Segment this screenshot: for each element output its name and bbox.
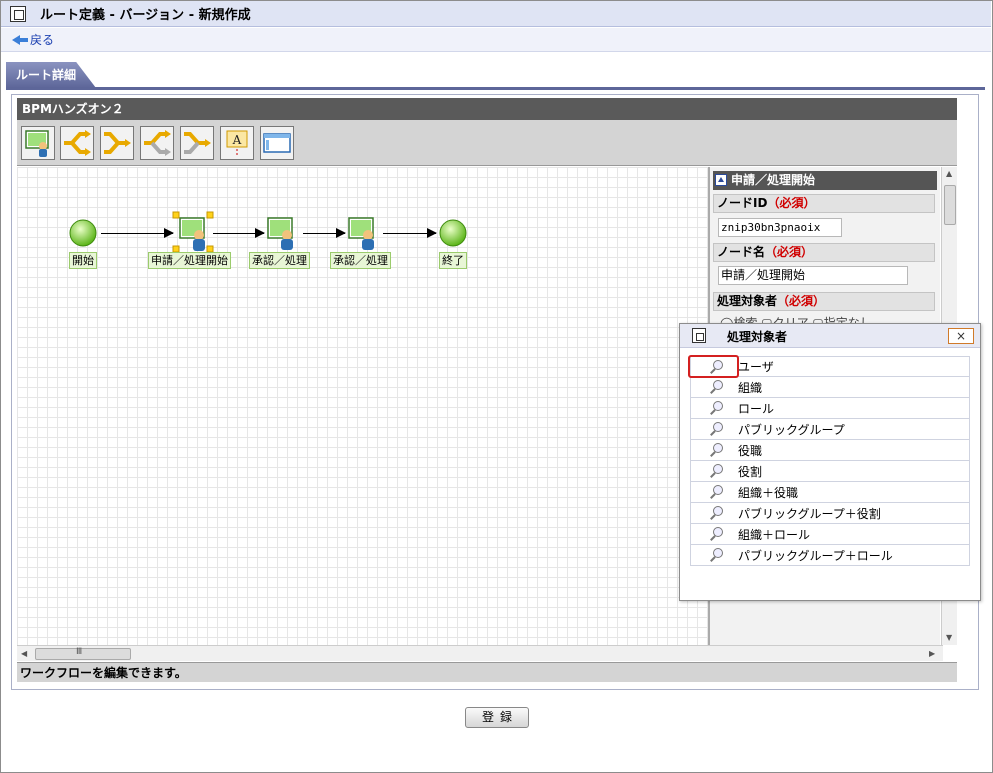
node-id-label: ノードID（必須） (713, 194, 935, 213)
list-item[interactable]: パブリックグループ (690, 419, 970, 440)
popup-title: 処理対象者 (727, 330, 788, 344)
split-icon (144, 130, 171, 156)
page-title: ルート定義 - バージョン - 新規作成 (40, 8, 251, 23)
search-icon[interactable] (708, 380, 724, 394)
process-node-label[interactable]: 申請／処理開始 (148, 252, 231, 269)
editor-title: BPMハンズオン２ (17, 98, 957, 120)
register-button[interactable]: 登録 (465, 707, 529, 728)
search-icon[interactable] (708, 443, 724, 457)
connector-arrow[interactable] (383, 228, 437, 238)
process-node-label[interactable]: 承認／処理 (249, 252, 310, 269)
process-node-icon[interactable] (172, 211, 214, 253)
scrollbar-thumb[interactable] (944, 185, 956, 225)
node-id-field[interactable]: znip30bn3pnaoix (718, 218, 842, 237)
list-item[interactable]: 役職 (690, 440, 970, 461)
list-item[interactable]: 役割 (690, 461, 970, 482)
text-annotation-icon: A (226, 130, 248, 156)
merge-tool-button[interactable] (180, 126, 214, 160)
search-icon[interactable] (708, 548, 724, 562)
scroll-down-arrow[interactable]: ▼ (946, 633, 952, 642)
branch-end-tool-button[interactable] (100, 126, 134, 160)
tab-underline (6, 87, 985, 90)
start-node-icon[interactable] (68, 218, 98, 248)
process-node-icon[interactable] (264, 215, 300, 251)
window-icon (263, 133, 291, 153)
node-name-field[interactable]: 申請／処理開始 (718, 266, 908, 285)
list-item[interactable]: ロール (690, 398, 970, 419)
process-node-tool-button[interactable] (21, 126, 55, 160)
svg-text:A: A (232, 133, 242, 147)
text-annotation-tool-button[interactable]: A (220, 126, 254, 160)
branch-end-icon (104, 132, 131, 154)
node-name-label: ノード名（必須） (713, 243, 935, 262)
list-item[interactable]: 組織＋役職 (690, 482, 970, 503)
search-icon[interactable] (708, 401, 724, 415)
search-icon[interactable] (708, 464, 724, 478)
properties-header: 申請／処理開始 (713, 171, 937, 190)
popup-header (680, 324, 980, 348)
connector-arrow[interactable] (303, 228, 346, 238)
scroll-right-arrow[interactable]: ▶ (929, 649, 935, 658)
process-node-icon (25, 130, 49, 157)
list-item[interactable]: パブリックグループ＋役割 (690, 503, 970, 524)
list-item[interactable]: 組織＋ロール (690, 524, 970, 545)
search-icon[interactable] (708, 506, 724, 520)
connector-arrow[interactable] (101, 228, 174, 238)
search-icon[interactable] (708, 485, 724, 499)
page-header: ルート定義 - バージョン - 新規作成 (1, 1, 991, 27)
scroll-left-arrow[interactable]: ◀ (21, 649, 27, 658)
branch-start-icon (64, 130, 91, 156)
status-bar: ワークフローを編集できます。 (17, 662, 957, 682)
merge-icon (184, 132, 211, 154)
window-tool-button[interactable] (260, 126, 294, 160)
search-icon[interactable] (708, 422, 724, 436)
split-tool-button[interactable] (140, 126, 174, 160)
canvas-scrollbar[interactable]: ◀ Ⅲ ▶ (17, 645, 943, 661)
close-button[interactable]: × (948, 328, 974, 344)
scrollbar-thumb[interactable]: Ⅲ (35, 647, 131, 660)
back-arrow-icon[interactable] (12, 34, 28, 46)
scroll-up-arrow[interactable]: ▲ (946, 169, 952, 178)
target-label: 処理対象者（必須） (713, 292, 935, 311)
end-node-icon[interactable] (438, 218, 468, 248)
process-node-label[interactable]: 承認／処理 (330, 252, 391, 269)
start-node-label[interactable]: 開始 (69, 252, 97, 269)
list-item[interactable]: パブリックグループ＋ロール (690, 545, 970, 566)
collapse-icon[interactable] (715, 174, 727, 186)
list-item[interactable]: 組織 (690, 377, 970, 398)
connector-arrow[interactable] (213, 228, 265, 238)
search-icon[interactable] (708, 527, 724, 541)
process-node-icon[interactable] (345, 215, 381, 251)
highlight-box (688, 355, 739, 378)
back-bar: 戻る (1, 28, 991, 52)
back-link[interactable]: 戻る (30, 31, 54, 48)
document-icon (10, 5, 26, 22)
target-type-list: ユーザ 組織 ロール パブリックグループ 役職 役割 組織＋役職 パブリックグル… (690, 356, 970, 566)
document-icon (692, 328, 706, 343)
end-node-label[interactable]: 終了 (439, 252, 467, 269)
branch-start-tool-button[interactable] (60, 126, 94, 160)
